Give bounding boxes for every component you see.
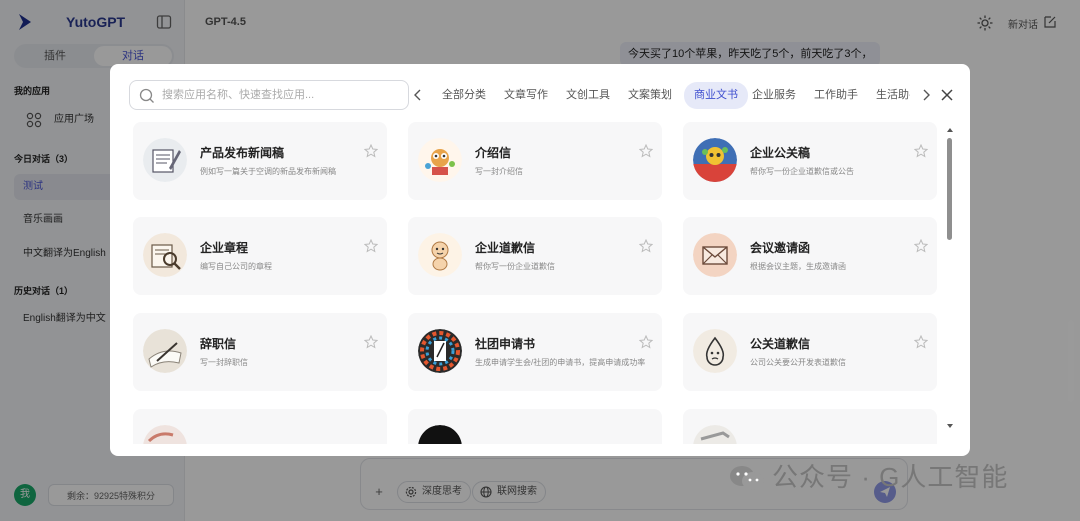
star-icon[interactable]: [364, 239, 378, 253]
scroll-up-icon[interactable]: [946, 126, 954, 134]
star-icon[interactable]: [914, 239, 928, 253]
wechat-icon: [730, 466, 764, 490]
partial-card-icon: [693, 425, 737, 444]
app-card-desc: 帮你写一份企业道歉信或公告: [750, 167, 854, 176]
star-icon[interactable]: [364, 335, 378, 349]
app-card[interactable]: 企业章程 编写自己公司的章程: [133, 217, 387, 295]
app-card-title: 会议邀请函: [750, 241, 811, 255]
app-card-desc: 例如写一篇关于空调的新品发布新闻稿: [200, 167, 336, 176]
club-application-icon: [418, 329, 462, 373]
app-card-title: 辞职信: [200, 337, 237, 351]
app-card-desc: 生成申请学生会/社团的申请书，提高申请成功率: [475, 358, 646, 367]
pr-icon: [693, 138, 737, 182]
app-card-title: 企业章程: [200, 241, 249, 255]
pr-apology-icon: [693, 329, 737, 373]
category-tab[interactable]: 文案策划: [618, 82, 682, 109]
app-card[interactable]: [133, 409, 387, 444]
invitation-icon: [693, 233, 737, 277]
intro-letter-icon: [418, 138, 462, 182]
apology-icon: [418, 233, 462, 277]
category-tab[interactable]: 企业服务: [742, 82, 806, 109]
app-window: YutoGPT 插件 对话 我的应用 应用广场 今日对话（3） 测试 音乐画画 …: [0, 0, 1080, 521]
app-search-box: [129, 80, 409, 110]
category-tab[interactable]: 工作助手: [804, 82, 868, 109]
modal-scrollbar[interactable]: [946, 126, 954, 431]
partial-card-icon: [418, 425, 462, 444]
page-scrollbar-thumb[interactable]: [1068, 320, 1074, 402]
resignation-icon: [143, 329, 187, 373]
scroll-down-icon[interactable]: [946, 422, 954, 430]
category-tab-active[interactable]: 商业文书: [684, 82, 748, 109]
app-card-grid: 产品发布新闻稿 例如写一篇关于空调的新品发布新闻稿 介绍信 写一封介绍信 企业公…: [133, 122, 938, 444]
app-card-title: 介绍信: [475, 146, 512, 160]
category-tab[interactable]: 生活助手: [866, 82, 910, 109]
star-icon[interactable]: [639, 239, 653, 253]
star-icon[interactable]: [914, 144, 928, 158]
app-card[interactable]: 企业道歉信 帮你写一份企业道歉信: [408, 217, 662, 295]
app-card[interactable]: 公关道歉信 公司公关要公开发表道歉信: [683, 313, 937, 391]
app-picker-modal: 全部分类 文章写作 文创工具 文案策划 商业文书 企业服务 工作助手 生活助手 …: [110, 64, 970, 456]
app-card[interactable]: 会议邀请函 根据会议主题，生成邀请函: [683, 217, 937, 295]
scrollbar-thumb[interactable]: [947, 138, 952, 240]
star-icon[interactable]: [639, 335, 653, 349]
app-card-title: 公关道歉信: [750, 337, 811, 351]
app-card-desc: 公司公关要公开发表道歉信: [750, 358, 846, 367]
category-tab[interactable]: 文章写作: [494, 82, 558, 109]
chevron-left-icon[interactable]: [412, 88, 424, 102]
app-card-desc: 帮你写一份企业道歉信: [475, 262, 555, 271]
charter-icon: [143, 233, 187, 277]
app-card[interactable]: 辞职信 写一封辞职信: [133, 313, 387, 391]
app-card[interactable]: [683, 409, 937, 444]
app-card[interactable]: 产品发布新闻稿 例如写一篇关于空调的新品发布新闻稿: [133, 122, 387, 200]
search-icon: [139, 88, 154, 103]
chevron-right-icon[interactable]: [920, 88, 932, 102]
press-release-icon: [143, 138, 187, 182]
app-card-title: 企业道歉信: [475, 241, 536, 255]
watermark: 公众号 · G人工智能: [728, 460, 1008, 494]
star-icon[interactable]: [639, 144, 653, 158]
category-tab[interactable]: 全部分类: [432, 82, 496, 109]
app-card-title: 社团申请书: [475, 337, 536, 351]
app-card[interactable]: 企业公关稿 帮你写一份企业道歉信或公告: [683, 122, 937, 200]
category-tab[interactable]: 文创工具: [556, 82, 620, 109]
app-card-title: 企业公关稿: [750, 146, 811, 160]
app-card-desc: 根据会议主题，生成邀请函: [750, 262, 846, 271]
star-icon[interactable]: [364, 144, 378, 158]
app-card[interactable]: [408, 409, 662, 444]
close-icon[interactable]: [940, 88, 954, 102]
app-card[interactable]: 介绍信 写一封介绍信: [408, 122, 662, 200]
app-search-input[interactable]: [162, 82, 402, 108]
watermark-text: 公众号 · G人工智能: [772, 462, 1009, 492]
partial-card-icon: [143, 425, 187, 444]
app-card-desc: 写一封介绍信: [475, 167, 523, 176]
app-card-title: 产品发布新闻稿: [200, 146, 285, 160]
star-icon[interactable]: [914, 335, 928, 349]
category-tabs: 全部分类 文章写作 文创工具 文案策划 商业文书 企业服务 工作助手 生活助手: [432, 82, 910, 109]
app-card-desc: 编写自己公司的章程: [200, 262, 272, 271]
app-card-desc: 写一封辞职信: [200, 358, 248, 367]
app-card[interactable]: 社团申请书 生成申请学生会/社团的申请书，提高申请成功率: [408, 313, 662, 391]
